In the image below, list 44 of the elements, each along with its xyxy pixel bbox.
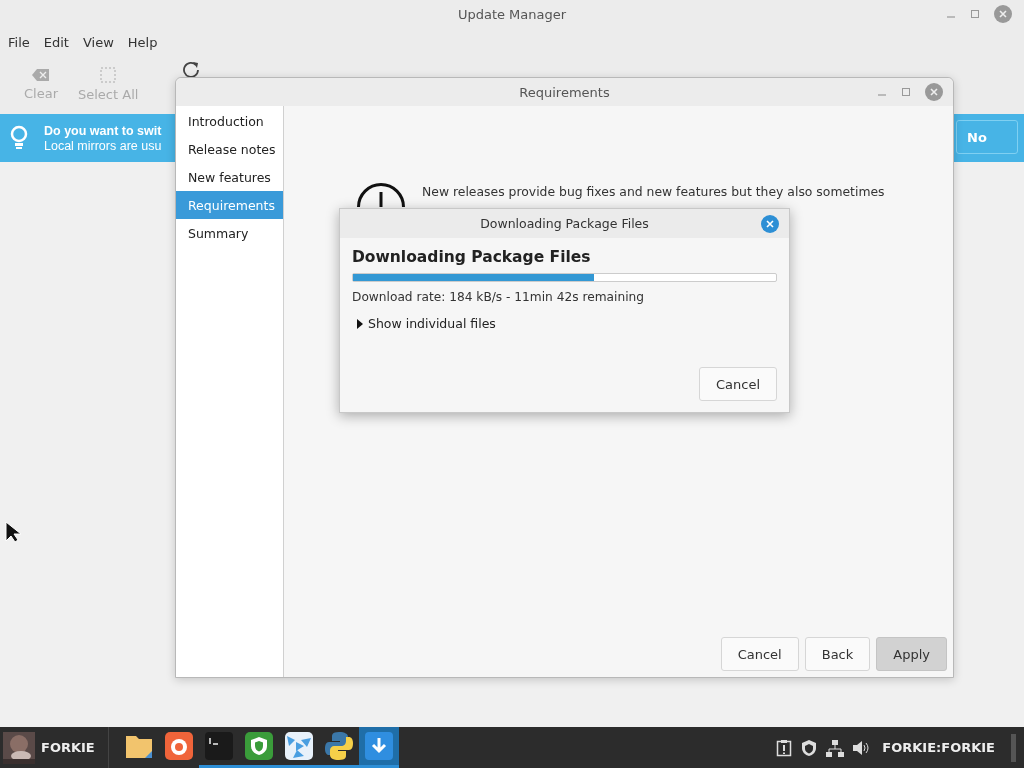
infobar-text: Local mirrors are usu — [44, 138, 162, 153]
menu-item[interactable]: File — [4, 34, 34, 50]
browser-icon — [164, 732, 193, 760]
taskbar-app[interactable] — [358, 727, 399, 768]
warning-icon — [356, 182, 406, 207]
infobar-title: Do you want to swit — [44, 123, 162, 138]
refresh-icon[interactable] — [182, 60, 201, 78]
network-icon[interactable] — [826, 738, 845, 757]
user-name: FORKIE — [41, 740, 95, 755]
python-icon — [323, 731, 354, 761]
terminal-icon — [204, 732, 233, 760]
selection-icon — [100, 66, 117, 83]
close-icon[interactable] — [761, 215, 779, 233]
video-player-icon — [284, 732, 313, 760]
volume-icon[interactable] — [852, 739, 871, 756]
dialog-button[interactable]: Cancel — [720, 637, 799, 671]
clipboard-icon[interactable] — [776, 738, 793, 757]
shield-icon — [244, 732, 273, 760]
expander-arrow-icon — [356, 318, 364, 329]
sidebar-item[interactable]: New features — [176, 163, 283, 191]
window-title: Requirements — [519, 84, 610, 100]
download-icon — [364, 732, 393, 760]
panel-handle[interactable] — [1011, 733, 1016, 762]
sidebar-item[interactable]: Summary — [176, 219, 283, 247]
folder-icon — [124, 733, 153, 759]
lightbulb-icon — [10, 125, 28, 151]
menu-item[interactable]: Edit — [39, 34, 73, 50]
cancel-button[interactable]: Cancel — [698, 367, 777, 401]
mouse-pointer-icon — [5, 521, 21, 543]
menu-item[interactable]: View — [78, 34, 118, 50]
message-text: New releases provide bug fixes and new features but they also sometimes — [422, 184, 885, 200]
status-text: Download rate: 184 kB/s - 11min 42s remaining — [352, 290, 645, 304]
expander[interactable]: Show individual files — [352, 316, 496, 331]
shield-icon[interactable] — [800, 738, 819, 757]
dialog-heading: Downloading Package Files — [352, 248, 592, 266]
dialog-title: Downloading Package Files — [480, 216, 649, 231]
sidebar-item[interactable]: Introduction — [176, 107, 283, 135]
sidebar-item[interactable]: Release notes — [176, 135, 283, 163]
dialog-button[interactable]: Back — [804, 637, 871, 671]
menu-item[interactable]: Help — [123, 34, 162, 50]
session-label: FORKIE:FORKIE — [882, 740, 995, 755]
backspace-icon — [32, 67, 50, 82]
dialog-button[interactable]: Apply — [876, 637, 947, 671]
window-title: Update Manager — [457, 6, 567, 22]
